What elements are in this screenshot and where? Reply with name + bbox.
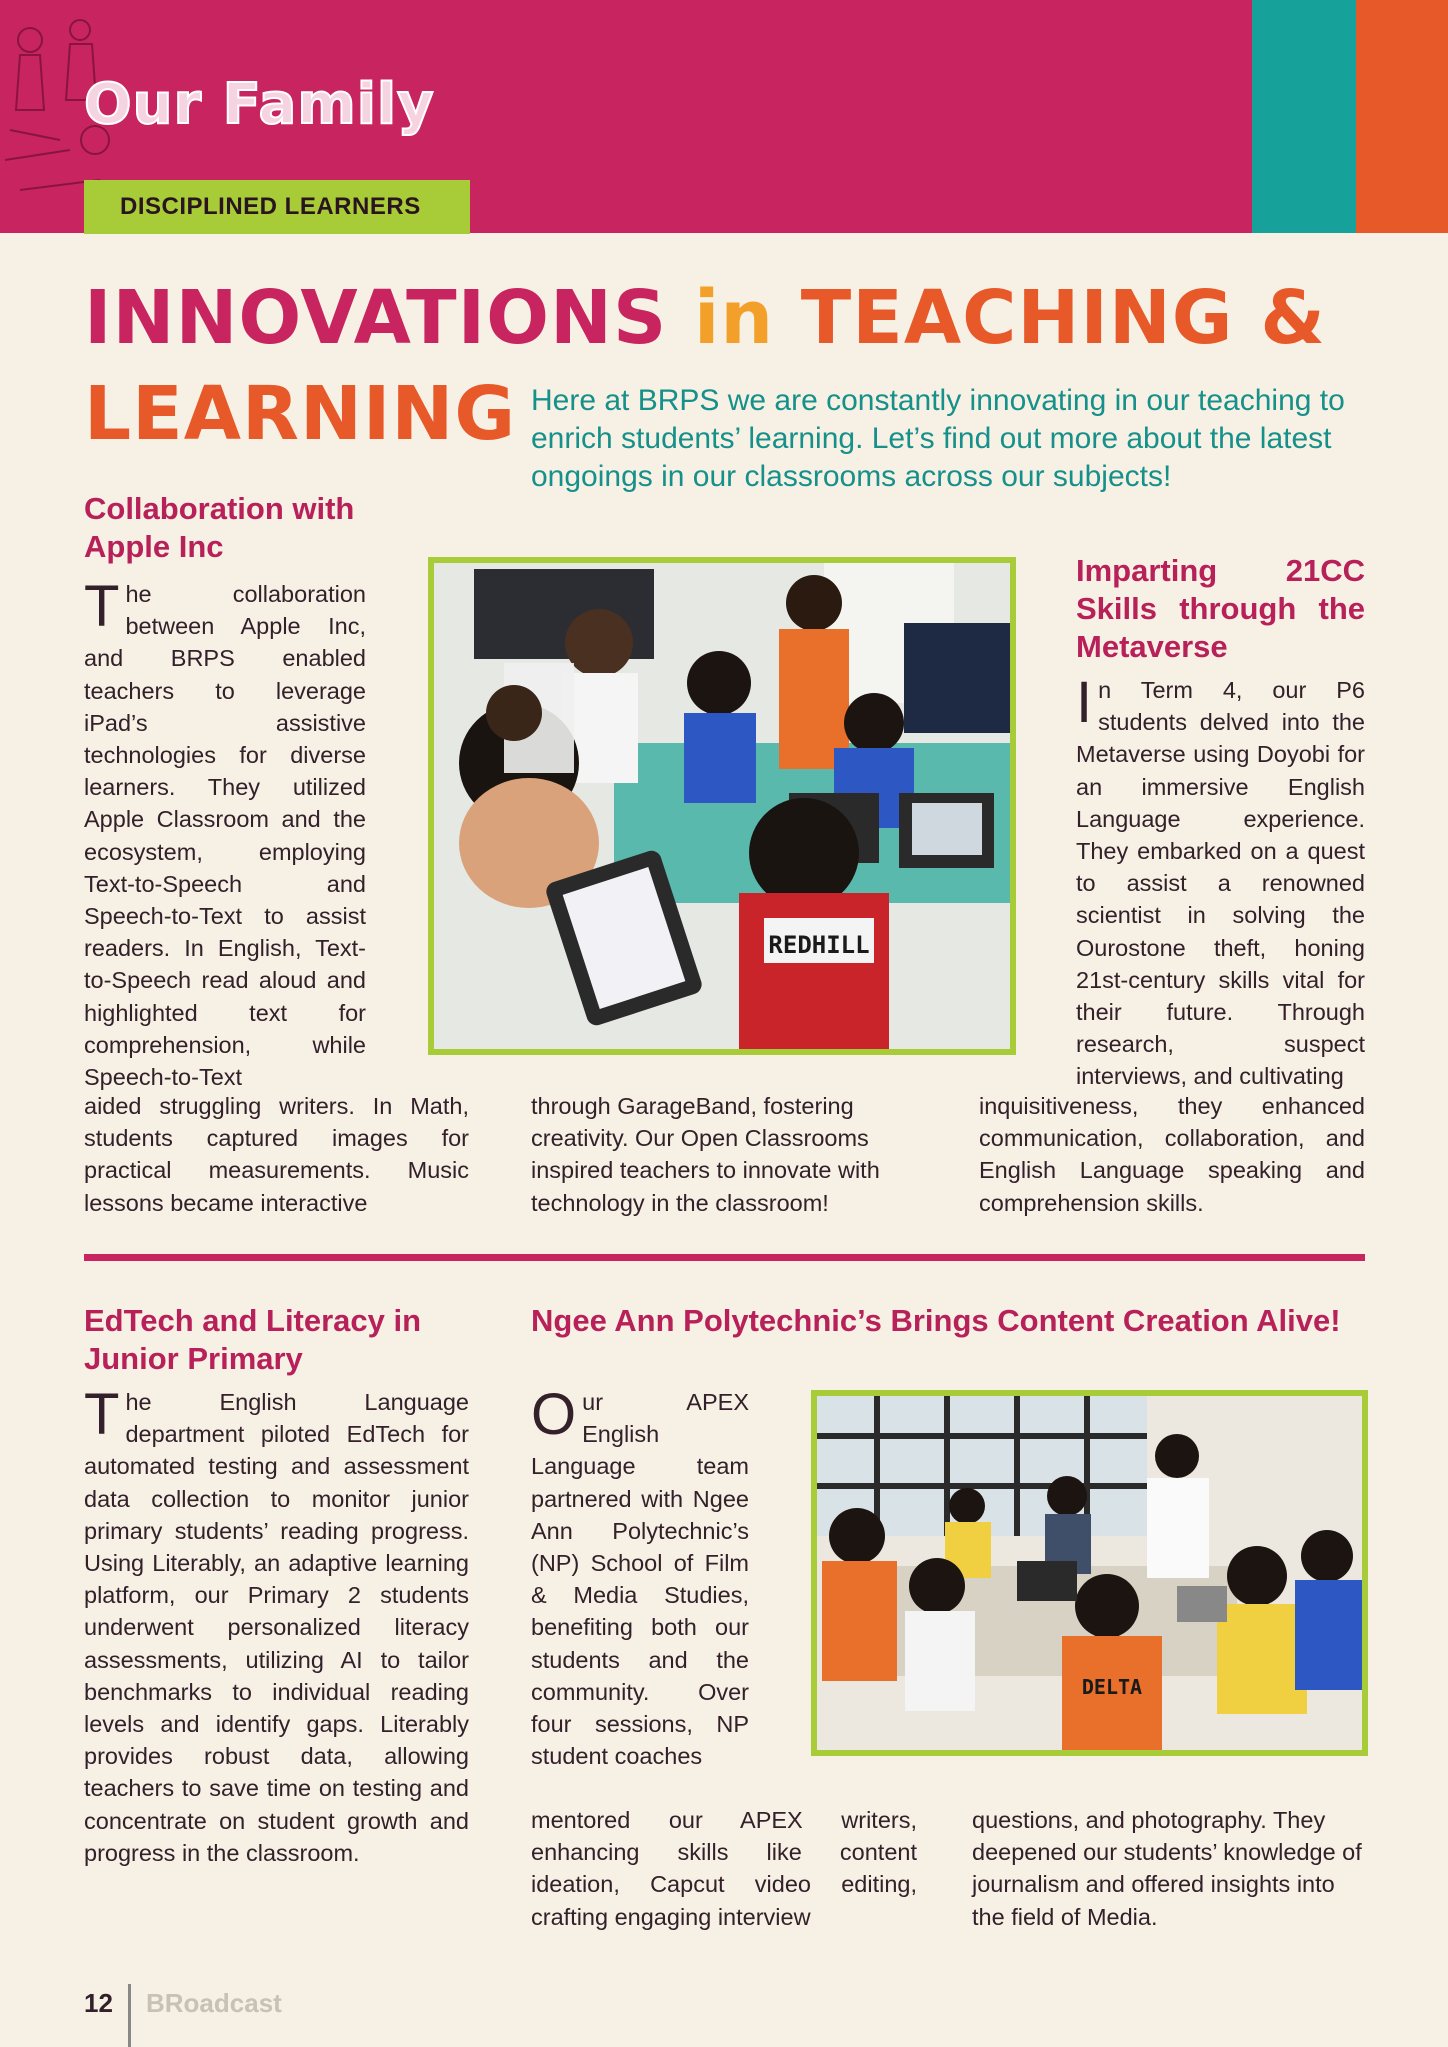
dropcap: T (84, 574, 120, 639)
intro-paragraph: Here at BRPS we are constantly innovatin… (531, 384, 1345, 493)
edtech-article-body: The English Language department piloted … (84, 1382, 469, 1866)
jersey-label: REDHILL (768, 931, 869, 959)
ngee-ann-article-title: Ngee Ann Polytechnic’s Brings Content Cr… (531, 1303, 1341, 1338)
apple-article-body-cont: aided struggling writers. In Math, stude… (84, 1093, 469, 1216)
edtech-article-title: EdTech and Literacy in Junior Primary (84, 1303, 422, 1376)
ngee-ann-article-body: Our APEX English Language team partnered… (531, 1382, 749, 1770)
ngee-ann-article-body-col3: questions, and photography. They deepene… (972, 1807, 1362, 1930)
apple-article-body: The collaboration between Apple Inc, and… (84, 574, 366, 1091)
section-title: Our Family (83, 71, 435, 138)
apple-article-body-col2: through GarageBand, fostering creativity… (531, 1093, 880, 1216)
dropcap: T (84, 1382, 120, 1447)
ngee-ann-article-body-cont: mentored our APEX writers, enhancing ski… (531, 1807, 917, 1930)
orange-accent-block (1356, 0, 1448, 233)
apple-classroom-photo: REDHILL (428, 557, 1016, 1055)
metaverse-article-title: Imparting 21CC Skills through the Metave… (1076, 553, 1365, 664)
jersey-label: DELTA (1082, 1675, 1142, 1699)
footer-divider (128, 1984, 131, 2047)
ngee-ann-workshop-photo: DELTA (811, 1390, 1368, 1756)
dropcap: O (531, 1382, 577, 1447)
teal-accent-block (1252, 0, 1356, 233)
metaverse-article-body-cont: inquisitiveness, they enhanced communica… (979, 1093, 1365, 1216)
page-number: 12 (84, 1988, 113, 2018)
metaverse-article-body: In Term 4, our P6 students delved into t… (1076, 670, 1365, 1090)
dropcap: I (1076, 670, 1093, 735)
apple-article-title: Collaboration with Apple Inc (84, 491, 355, 564)
publication-name: BRoadcast (146, 1988, 282, 2018)
category-tag: DISCIPLINED LEARNERS (84, 180, 470, 234)
section-divider (84, 1254, 1365, 1261)
classroom-ipad-illustration: REDHILL (434, 563, 1010, 1049)
workshop-illustration: DELTA (817, 1396, 1362, 1750)
